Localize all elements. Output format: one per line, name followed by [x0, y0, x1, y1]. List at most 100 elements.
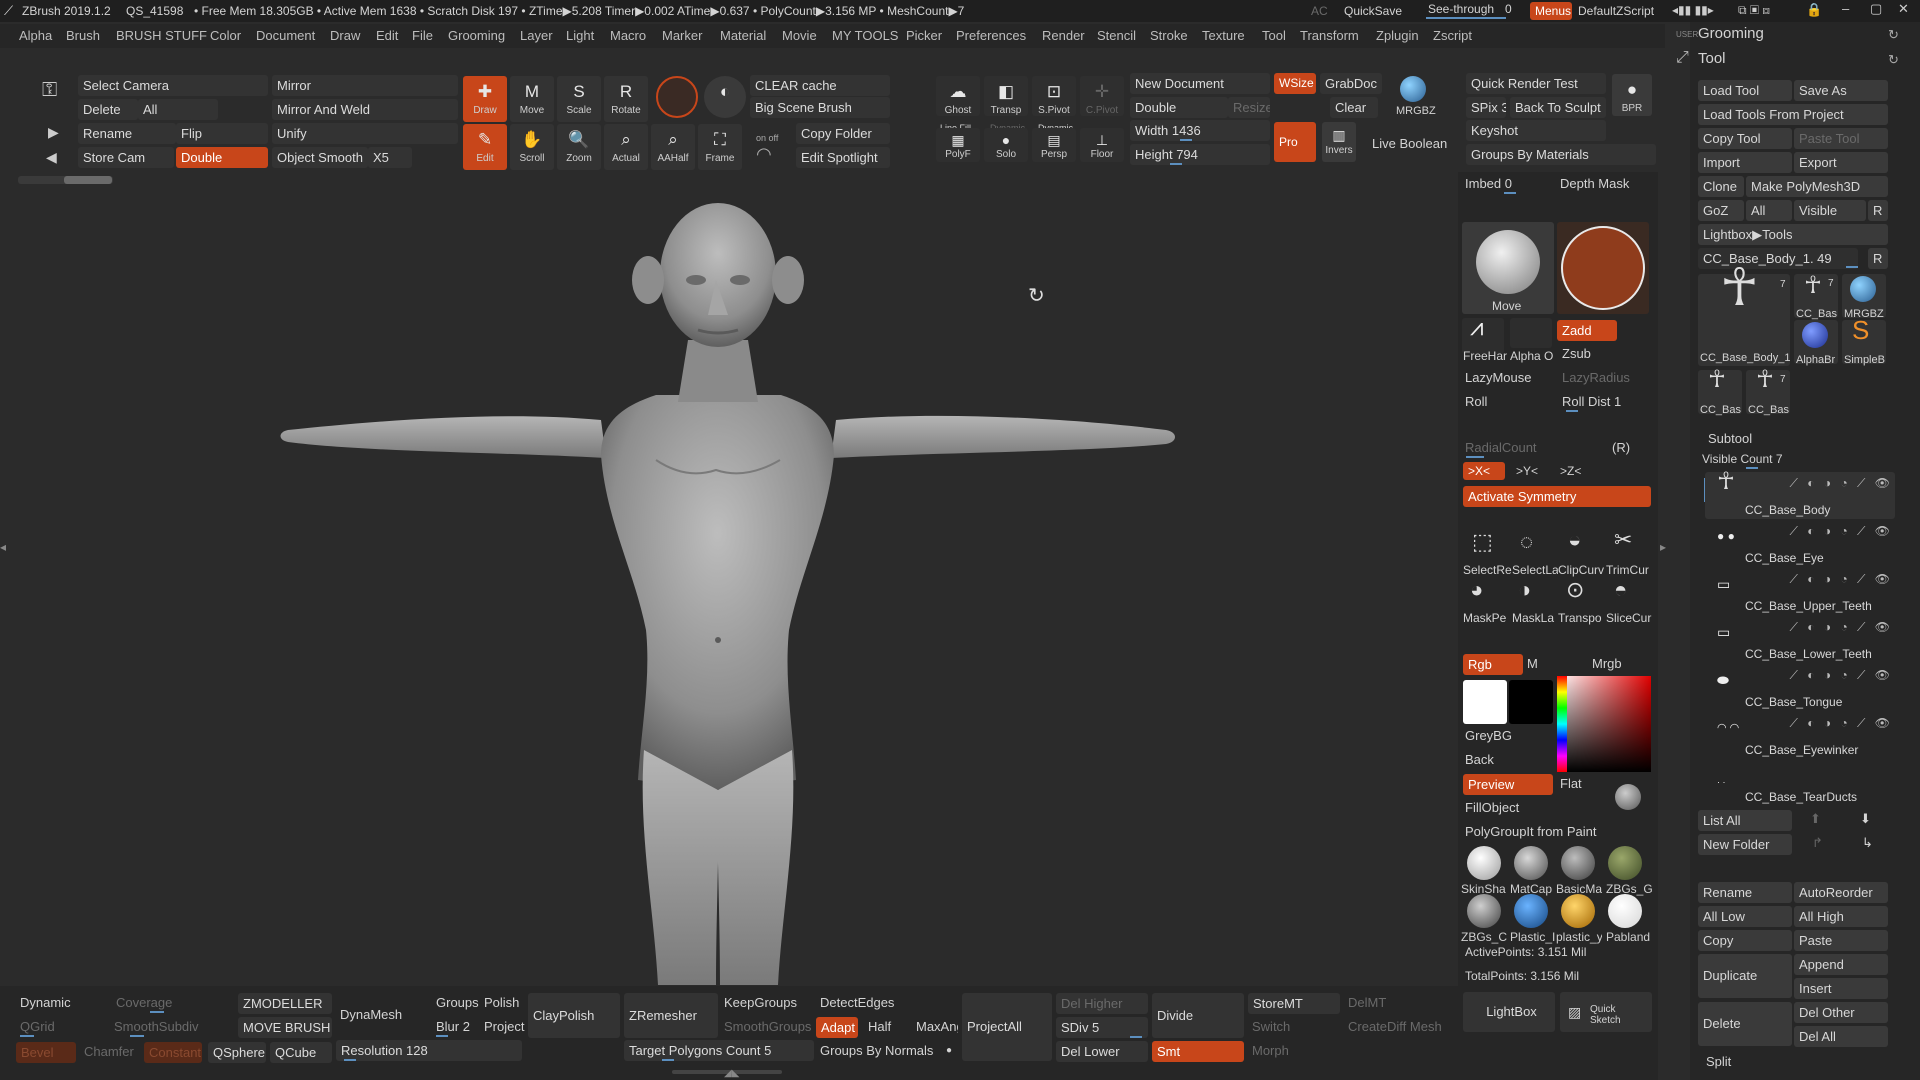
main-color-swatch[interactable] — [1463, 680, 1507, 724]
subtool-toggle-icons[interactable]: ⟋ ◐ ◑ ◔ ⟋ 👁 — [1790, 476, 1893, 491]
imbed-slider[interactable]: Imbed 0 — [1465, 176, 1512, 192]
mrgb-toggle[interactable]: Mrgb — [1592, 656, 1622, 672]
move-up-icon[interactable]: ⬆ — [1810, 811, 1821, 827]
menu-stencil[interactable]: Stencil — [1097, 28, 1136, 43]
chamfer-button[interactable]: Chamfer — [84, 1044, 134, 1060]
layout-icons[interactable]: ⧉ ▣ ⧈ — [1738, 2, 1770, 18]
menu-zplugin[interactable]: Zplugin — [1376, 28, 1419, 43]
projectall-button[interactable]: ProjectAll — [962, 993, 1052, 1061]
dynamic-button[interactable]: Dynamic — [20, 995, 71, 1011]
menu-edit[interactable]: Edit — [376, 28, 398, 43]
menu-movie[interactable]: Movie — [782, 28, 817, 43]
mirror-button[interactable]: Mirror — [272, 75, 458, 96]
plastic-yellow-material-icon[interactable] — [1561, 894, 1595, 928]
right-tray-toggle-icon[interactable]: ▸ — [1660, 540, 1670, 570]
brush-thumbnail[interactable]: Move — [1462, 222, 1554, 314]
flip-button[interactable]: Flip — [176, 123, 268, 144]
del-higher-button[interactable]: Del Higher — [1056, 993, 1148, 1014]
qsphere-button[interactable]: QSphere — [208, 1042, 266, 1063]
all-high-button[interactable]: All High — [1794, 906, 1888, 927]
autoreorder-button[interactable]: AutoReorder — [1794, 882, 1888, 903]
export-button[interactable]: Export — [1794, 152, 1888, 173]
play-icon[interactable]: ▶ — [48, 124, 59, 140]
insert-button[interactable]: Insert — [1794, 978, 1888, 999]
groups-toggle[interactable]: Groups — [436, 995, 479, 1011]
menu-document[interactable]: Document — [256, 28, 315, 43]
transp-button[interactable]: ◧ Transp — [984, 76, 1028, 116]
lazyradius-slider[interactable]: LazyRadius — [1562, 370, 1630, 386]
basicmaterial-icon[interactable] — [1561, 846, 1595, 880]
delete-subtool-button[interactable]: Delete — [1698, 1002, 1792, 1046]
actual-button[interactable]: ⌕ Actual — [604, 124, 648, 170]
menu-preferences[interactable]: Preferences — [956, 28, 1026, 43]
copy-tool-button[interactable]: Copy Tool — [1698, 128, 1792, 149]
menu-my-tools[interactable]: MY TOOLS — [832, 28, 898, 43]
target-polygons-slider[interactable]: Target Polygons Count 5 — [624, 1040, 814, 1061]
doc-double-button[interactable]: Double — [1130, 97, 1228, 118]
double-toggle[interactable]: Double — [176, 147, 268, 168]
rgb-toggle[interactable]: Rgb — [1463, 654, 1523, 675]
menu-alpha[interactable]: Alpha — [19, 28, 52, 43]
mrgbz-icon[interactable] — [1400, 76, 1426, 102]
clear-button[interactable]: Clear — [1330, 97, 1378, 118]
menu-macro[interactable]: Macro — [610, 28, 646, 43]
mirror-and-weld-button[interactable]: Mirror And Weld — [272, 99, 458, 120]
activate-symmetry-toggle[interactable]: Activate Symmetry — [1463, 486, 1651, 507]
polish-toggle[interactable]: Polish — [484, 995, 519, 1011]
smoothgroups-slider[interactable]: SmoothGroups — [724, 1019, 811, 1035]
menu-color[interactable]: Color — [210, 28, 241, 43]
clone-button[interactable]: Clone — [1698, 176, 1744, 197]
load-tools-from-project-button[interactable]: Load Tools From Project — [1698, 104, 1888, 125]
pro-button[interactable]: Pro — [1274, 122, 1316, 162]
zadd-toggle[interactable]: Zadd — [1557, 320, 1617, 341]
alpha-thumbnail[interactable] — [1557, 222, 1649, 314]
live-boolean-button[interactable]: Live Boolean — [1372, 136, 1447, 152]
del-all-button[interactable]: Del All — [1794, 1026, 1888, 1047]
polyf-button[interactable]: ▦ PolyF — [936, 128, 980, 162]
menu-marker[interactable]: Marker — [662, 28, 702, 43]
tool-thumb-cc-bas-2[interactable]: ☥ 7 CC_Bas — [1794, 274, 1838, 320]
lock-icon[interactable]: 🔒 — [1806, 2, 1822, 18]
width-slider[interactable]: Width 1436 — [1130, 120, 1270, 141]
paste-subtool-button[interactable]: Paste — [1794, 930, 1888, 951]
sym-x-toggle[interactable]: >X< — [1463, 462, 1505, 480]
secondary-color-swatch[interactable] — [1509, 680, 1553, 724]
bevel-toggle[interactable]: Bevel — [16, 1042, 76, 1063]
menu-file[interactable]: File — [412, 28, 433, 43]
radialcount-slider[interactable]: RadialCount — [1465, 440, 1537, 456]
back-to-sculpt-button[interactable]: Back To Sculpt — [1510, 97, 1606, 118]
menu-brush-stuff[interactable]: BRUSH STUFF — [116, 28, 207, 43]
copy-folder-button[interactable]: Copy Folder — [796, 123, 890, 144]
brush-color-swatch[interactable] — [656, 76, 698, 118]
subtool-toggle-icons-6[interactable]: ⟋ ◐ ◑ ◔ ⟋ 👁 — [1790, 716, 1893, 731]
new-folder-button[interactable]: New Folder — [1698, 834, 1792, 855]
object-smooth-button[interactable]: Object Smooth — [272, 147, 368, 168]
menu-material[interactable]: Material — [720, 28, 766, 43]
menu-grooming[interactable]: Grooming — [448, 28, 505, 43]
pabland-material-icon[interactable] — [1608, 894, 1642, 928]
preview-sphere-icon[interactable] — [1615, 784, 1641, 810]
bpr-button[interactable]: ● BPR — [1612, 74, 1652, 116]
move-brush-button[interactable]: MOVE BRUSH — [238, 1017, 332, 1038]
zsub-toggle[interactable]: Zsub — [1562, 346, 1591, 362]
polygroupit-from-paint-button[interactable]: PolyGroupIt from Paint — [1465, 824, 1597, 840]
slice-curve-icon[interactable]: ◓ — [1614, 579, 1627, 601]
split-header[interactable]: Split — [1706, 1054, 1731, 1070]
see-through-slider[interactable]: See-through — [1428, 1, 1494, 17]
subtool-toggle-icons-5[interactable]: ⟋ ◐ ◑ ◔ ⟋ 👁 — [1790, 668, 1893, 683]
make-polymesh3d-button[interactable]: Make PolyMesh3D — [1746, 176, 1888, 197]
transpose-icon[interactable]: ⊙ — [1566, 579, 1584, 601]
wsize-button[interactable]: WSize — [1274, 73, 1316, 94]
tool-thumb-mrgbz[interactable]: MRGBZ — [1842, 274, 1886, 320]
lightbox-button[interactable]: LightBox — [1463, 992, 1555, 1032]
dynamesh-button[interactable]: DynaMesh — [340, 1007, 402, 1023]
fillobject-button[interactable]: FillObject — [1465, 800, 1519, 816]
color-picker-square[interactable] — [1557, 676, 1651, 772]
append-button[interactable]: Append — [1794, 954, 1888, 975]
big-scene-brush-button[interactable]: Big Scene Brush — [750, 97, 890, 118]
new-document-button[interactable]: New Document — [1130, 73, 1270, 94]
list-all-button[interactable]: List All — [1698, 810, 1792, 831]
tool-thumb-cc-bas-4[interactable]: ☥ 7 CC_Bas — [1746, 368, 1790, 416]
subtool-row-tearducts[interactable]: · · CC_Base_TearDucts — [1705, 760, 1895, 806]
groups-by-normals-dot-icon[interactable]: ● — [946, 1043, 952, 1059]
